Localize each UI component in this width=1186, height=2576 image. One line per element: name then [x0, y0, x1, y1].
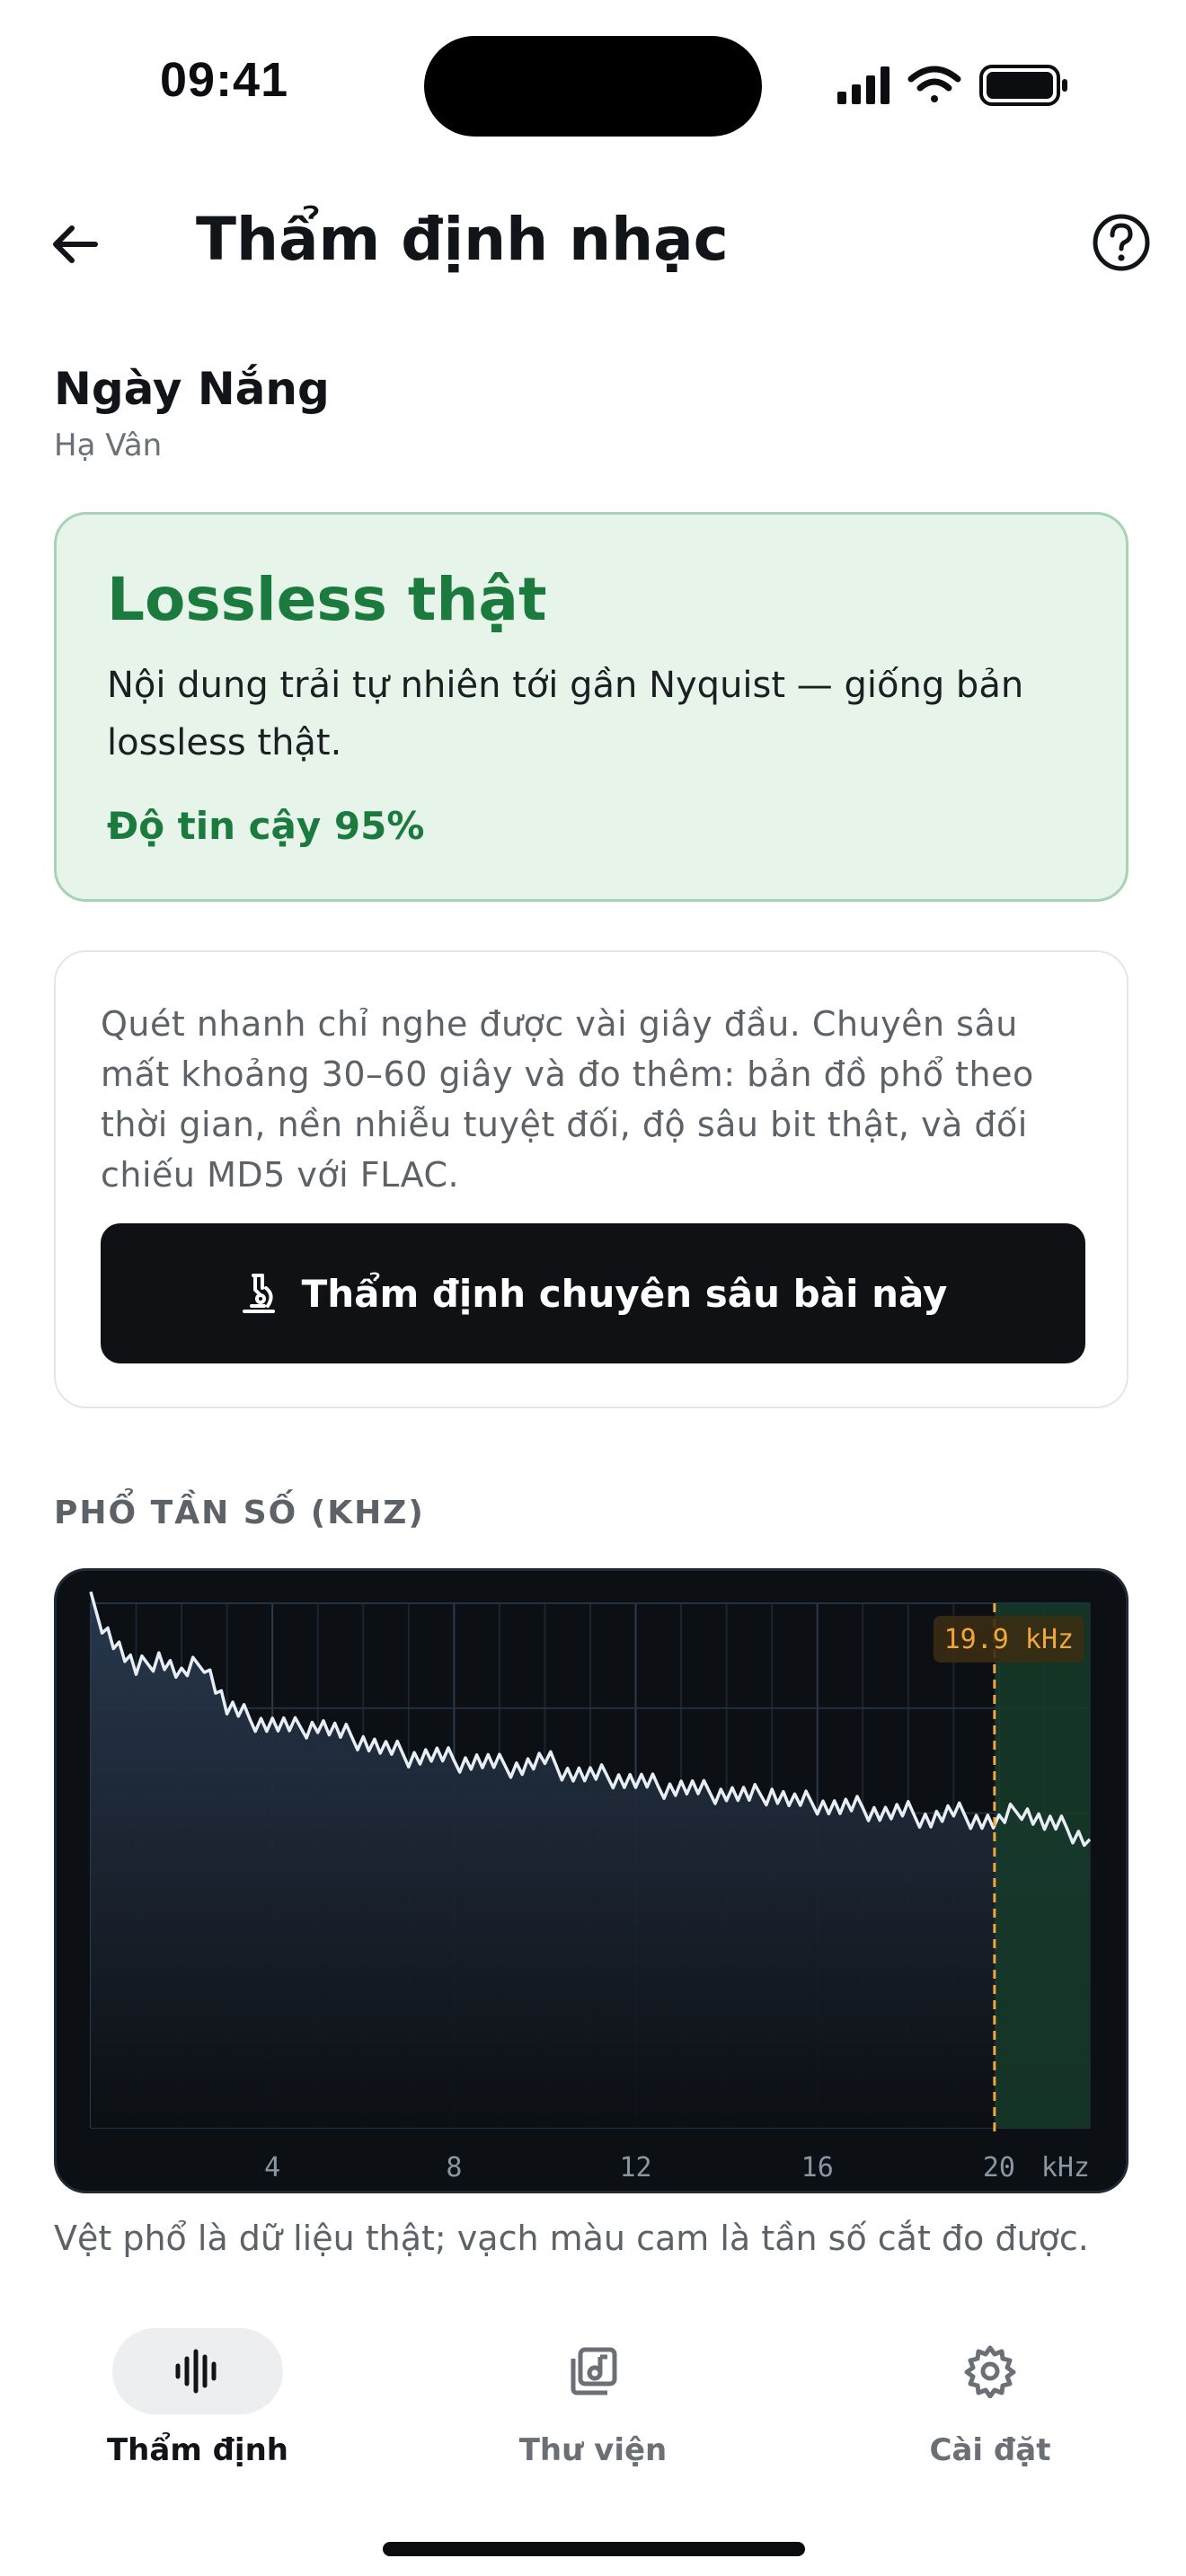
help-button[interactable]	[1091, 212, 1152, 273]
tab-icon-pill	[905, 2328, 1075, 2414]
help-circle-icon	[1093, 214, 1150, 271]
x-unit-label: kHz	[1041, 2152, 1090, 2183]
top-bar: Thẩm định nhạc	[0, 189, 1186, 296]
tab-thu-vien[interactable]: Thư viện	[449, 2317, 737, 2497]
song-artist: Hạ Vân	[54, 428, 163, 463]
verdict-confidence: Độ tin cậy 95%	[107, 804, 425, 848]
tab-icon-pill	[508, 2328, 678, 2414]
cutoff-label: 19.9 kHz	[944, 1624, 1075, 1655]
tab-cai-dat[interactable]: Cài đặt	[846, 2317, 1134, 2497]
x-tick-label: 16	[801, 2152, 834, 2183]
song-title: Ngày Nắng	[54, 363, 330, 415]
status-icons	[837, 63, 1080, 108]
spectrum-chart: 19.9 kHz 4 8 12 16 20 kHz	[54, 1568, 1128, 2193]
music-library-icon	[571, 2347, 617, 2395]
tab-tham-dinh[interactable]: Thẩm định	[54, 2317, 341, 2497]
deep-analysis-description: Quét nhanh chỉ nghe được vài giây đầu. C…	[101, 1004, 1034, 1195]
spectrum-note: Vệt phổ là dữ liệu thật; vạch màu cam là…	[54, 2219, 1089, 2258]
microscope-icon	[242, 1274, 275, 1313]
cutoff-region	[994, 1603, 1090, 2128]
verdict-card: Lossless thật Nội dung trải tự nhiên tới…	[54, 512, 1128, 902]
status-time: 09:41	[160, 53, 289, 107]
waveform-icon	[175, 2349, 217, 2394]
deep-analysis-card: Quét nhanh chỉ nghe được vài giây đầu. C…	[54, 950, 1128, 1408]
dynamic-island	[424, 36, 762, 137]
wifi-icon	[907, 66, 961, 102]
x-tick-label: 8	[446, 2152, 462, 2183]
tab-label: Thư viện	[518, 2432, 668, 2468]
tab-label: Cài đặt	[929, 2432, 1051, 2468]
cellular-signal-icon	[837, 66, 890, 104]
deep-analysis-button-label: Thẩm định chuyên sâu bài này	[301, 1271, 948, 1316]
arrow-left-icon	[53, 225, 98, 263]
status-bar: 09:41	[0, 0, 1186, 171]
tab-label: Thẩm định	[106, 2432, 288, 2468]
page-title: Thẩm định nhạc	[196, 205, 729, 274]
back-button[interactable]	[47, 216, 104, 273]
tab-bar: Thẩm định Thư viện Cài đặt	[0, 2317, 1186, 2524]
home-indicator	[383, 2542, 805, 2556]
x-tick-label: 4	[264, 2152, 280, 2183]
verdict-description: Nội dung trải tự nhiên tới gần Nyquist —…	[107, 665, 1024, 763]
x-tick-label: 12	[619, 2152, 651, 2183]
x-tick-label: 20	[983, 2152, 1015, 2183]
spectrum-svg: 19.9 kHz 4 8 12 16 20 kHz	[89, 1591, 1092, 2183]
battery-icon	[979, 65, 1067, 106]
tab-icon-pill	[112, 2328, 283, 2414]
gear-icon	[964, 2345, 1016, 2398]
verdict-title: Lossless thật	[107, 565, 547, 634]
deep-analysis-button[interactable]: Thẩm định chuyên sâu bài này	[101, 1223, 1085, 1363]
spectrum-section-label: PHỔ TẦN SỐ (KHZ)	[54, 1495, 425, 1531]
